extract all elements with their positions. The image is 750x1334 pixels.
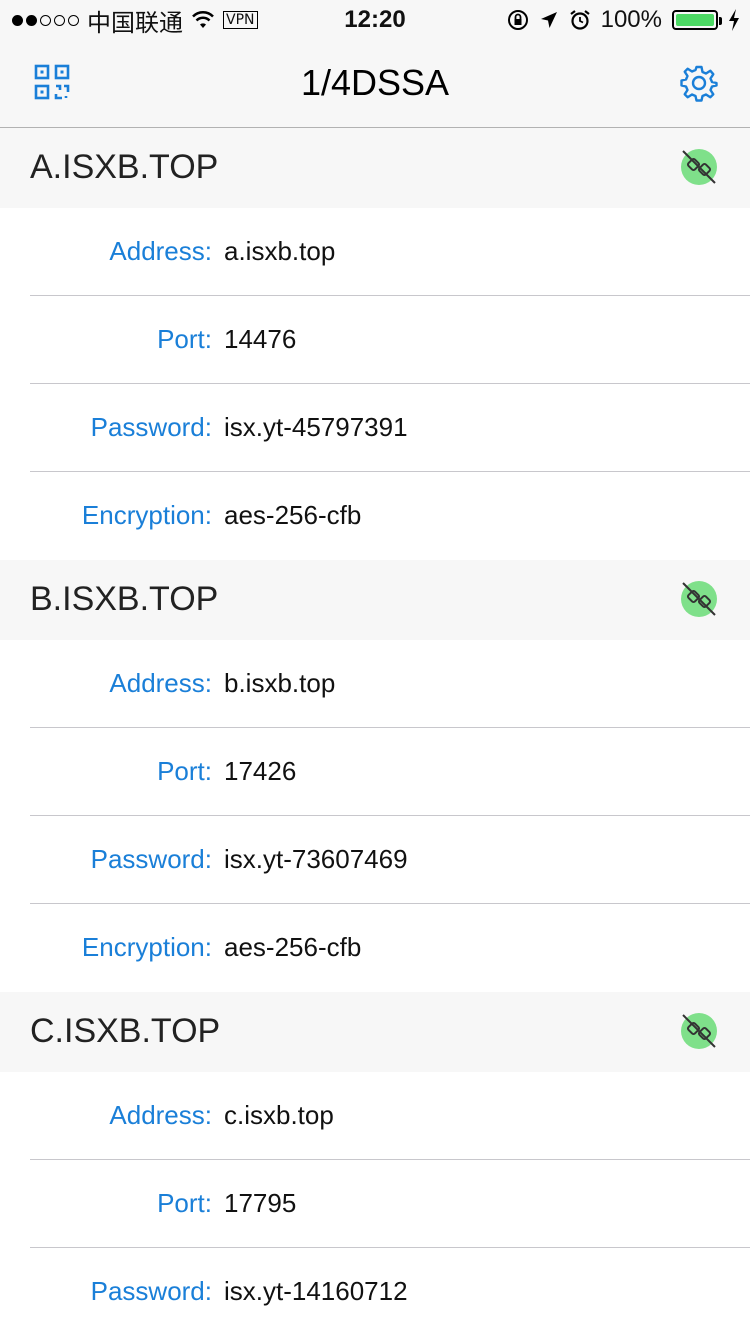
navigation-bar: 1/4DSSA [0,40,750,128]
row-value: b.isxb.top [224,668,336,698]
table-row[interactable]: Encryption: aes-256-cfb [0,472,750,560]
row-value: aes-256-cfb [224,500,362,530]
location-arrow-icon [540,12,557,28]
charging-bolt-icon [729,9,739,31]
battery-icon [672,10,722,30]
table-row[interactable]: Port: 14476 [0,296,750,384]
connect-plug-icon[interactable] [680,148,718,186]
status-left: 中国联通 VPN [12,6,258,37]
server-title: B.ISXB.TOP [30,580,219,618]
gear-icon[interactable] [680,64,718,102]
carrier-name: 中国联通 [87,8,183,37]
alarm-clock-icon [569,10,590,30]
table-row[interactable]: Address: b.isxb.top [0,640,750,728]
table-row[interactable]: Encryption: aes-256-cfb [0,904,750,992]
row-label: Port: [157,756,212,786]
signal-strength-icon [12,14,79,26]
row-label: Address: [109,1100,212,1130]
row-label: Password: [90,1276,212,1306]
table-row[interactable]: Password: isx.yt-14160712 [0,1248,750,1334]
row-value: c.isxb.top [224,1100,334,1130]
wifi-icon [192,11,214,28]
row-value: 17795 [224,1188,297,1218]
row-label: Password: [90,412,212,442]
server-title: C.ISXB.TOP [30,1012,221,1050]
connect-plug-icon[interactable] [680,1012,718,1050]
table-row[interactable]: Address: c.isxb.top [0,1072,750,1160]
battery-percent: 100% [600,6,662,33]
row-label: Port: [157,324,212,354]
table-row[interactable]: Port: 17426 [0,728,750,816]
table-row[interactable]: Password: isx.yt-45797391 [0,384,750,472]
status-bar: 中国联通 VPN 12:20 100% [0,0,750,40]
row-label: Encryption: [81,500,212,530]
server-header: B.ISXB.TOP [0,560,750,640]
row-label: Encryption: [81,932,212,962]
row-value: 14476 [224,324,297,354]
server-header: C.ISXB.TOP [0,992,750,1072]
server-header: A.ISXB.TOP [0,128,750,208]
row-value: isx.yt-73607469 [224,844,408,874]
battery-fill [676,14,714,26]
server-title: A.ISXB.TOP [30,148,219,186]
row-value: isx.yt-45797391 [224,412,408,442]
status-right: 100% [507,6,740,34]
vpn-badge: VPN [223,11,258,29]
page-title: 1/4DSSA [300,62,450,103]
row-value: aes-256-cfb [224,932,362,962]
row-label: Address: [109,236,212,266]
row-label: Address: [109,668,212,698]
table-row[interactable]: Port: 17795 [0,1160,750,1248]
table-row[interactable]: Password: isx.yt-73607469 [0,816,750,904]
row-label: Port: [157,1188,212,1218]
row-value: a.isxb.top [224,236,336,266]
row-label: Password: [90,844,212,874]
table-row[interactable]: Address: a.isxb.top [0,208,750,296]
row-value: isx.yt-14160712 [224,1276,408,1306]
connect-plug-icon[interactable] [680,580,718,618]
row-value: 17426 [224,756,297,786]
server-list: A.ISXB.TOP Address: a.isxb.top Port: 14476… [0,128,750,1334]
orientation-lock-icon [507,10,528,30]
